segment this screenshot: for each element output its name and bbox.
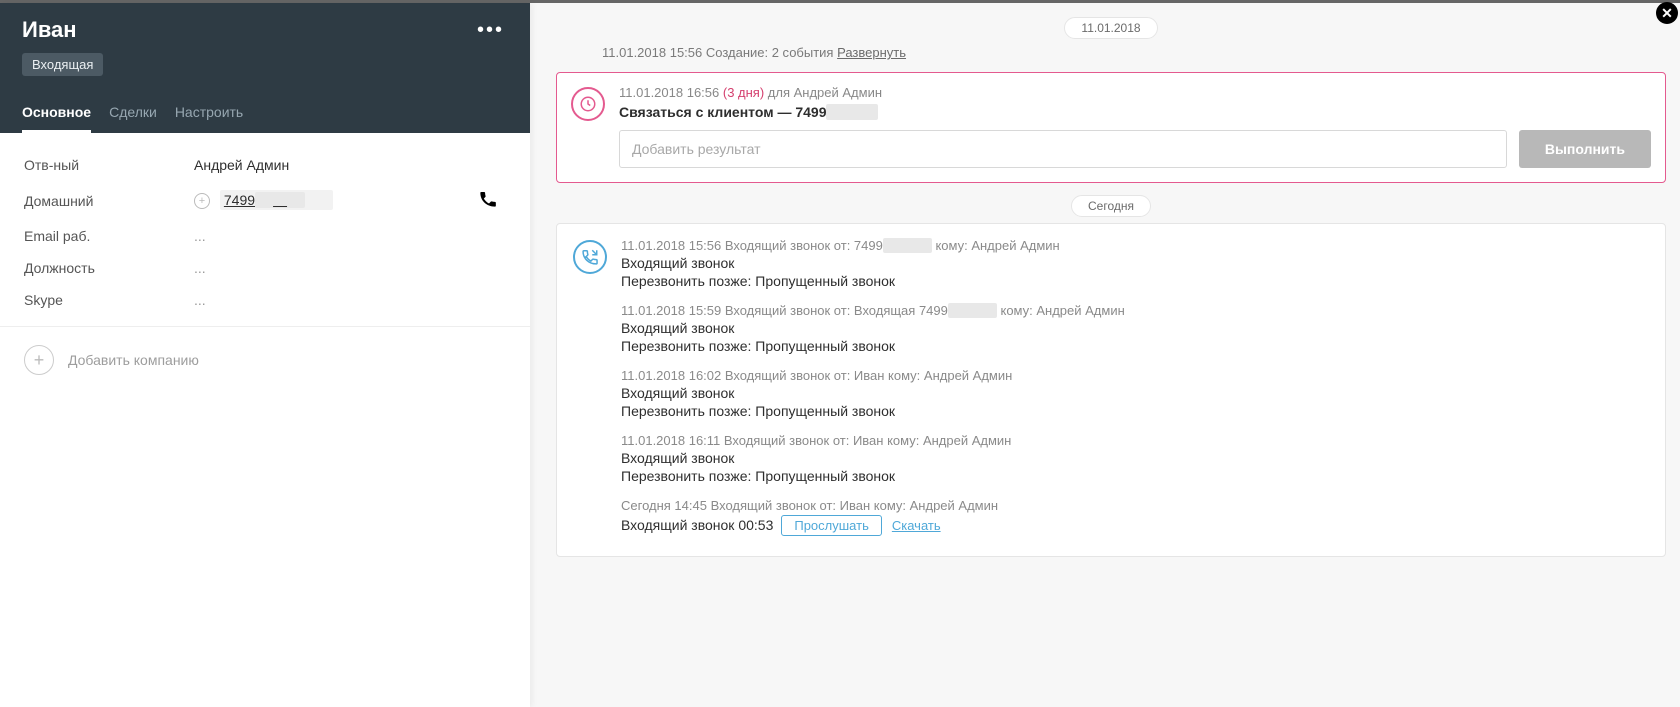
- field-value: + 7499xx: [194, 192, 333, 210]
- call-item: 11.01.2018 16:02 Входящий звонок от: Ива…: [621, 368, 1649, 419]
- field-position: Должность ...: [24, 252, 506, 284]
- contact-tabs: Основное Сделки Настроить: [22, 96, 508, 133]
- date-separator-label: 11.01.2018: [1064, 17, 1157, 39]
- contact-header: Иван ••• Входящая Основное Сделки Настро…: [0, 3, 530, 133]
- download-link[interactable]: Скачать: [892, 518, 941, 533]
- field-label: Skype: [24, 292, 194, 308]
- field-email-work: Email раб. ...: [24, 220, 506, 252]
- call-result: Перезвонить позже: Пропущенный звонок: [621, 468, 1649, 484]
- plus-icon: +: [24, 345, 54, 375]
- task-card: 11.01.2018 16:56 (3 дня) для Андрей Адми…: [556, 72, 1666, 183]
- timeline-panel: 11.01.2018 11.01.2018 15:56 Создание: 2 …: [530, 3, 1680, 707]
- call-item: 11.01.2018 16:11 Входящий звонок от: Ива…: [621, 433, 1649, 484]
- tab-deals[interactable]: Сделки: [109, 96, 157, 133]
- call-title: Входящий звонок 00:53ПрослушатьСкачать: [621, 515, 1649, 536]
- calls-card: 11.01.2018 15:56 Входящий звонок от: 749…: [556, 223, 1666, 557]
- listen-button[interactable]: Прослушать: [781, 515, 882, 536]
- add-company-label: Добавить компанию: [68, 352, 199, 368]
- field-home-phone: Домашний + 7499xx: [24, 181, 506, 220]
- field-label: Email раб.: [24, 228, 194, 244]
- incoming-call-icon: [573, 240, 607, 274]
- more-menu-icon[interactable]: •••: [473, 19, 508, 42]
- call-title: Входящий звонок: [621, 320, 1649, 336]
- date-separator: Сегодня: [556, 197, 1666, 213]
- field-value[interactable]: ...: [194, 292, 206, 308]
- call-result: Перезвонить позже: Пропущенный звонок: [621, 403, 1649, 419]
- call-title: Входящий звонок: [621, 385, 1649, 401]
- clock-icon: [571, 87, 605, 121]
- call-meta: 11.01.2018 16:11 Входящий звонок от: Ива…: [621, 433, 1649, 448]
- field-label: Домашний: [24, 193, 194, 209]
- call-result: Перезвонить позже: Пропущенный звонок: [621, 273, 1649, 289]
- call-meta: 11.01.2018 15:56 Входящий звонок от: 749…: [621, 238, 1649, 253]
- call-title: Входящий звонок: [621, 255, 1649, 271]
- field-label: Должность: [24, 260, 194, 276]
- contact-tag[interactable]: Входящая: [22, 53, 103, 76]
- task-done-button[interactable]: Выполнить: [1519, 130, 1651, 168]
- creation-summary: 11.01.2018 15:56 Создание: 2 события Раз…: [602, 45, 1666, 60]
- field-value[interactable]: ...: [194, 228, 206, 244]
- field-value[interactable]: Андрей Админ: [194, 157, 289, 173]
- task-result-input[interactable]: [619, 130, 1507, 168]
- contact-name: Иван: [22, 17, 77, 43]
- field-label: Отв-ный: [24, 157, 194, 173]
- close-button[interactable]: ✕: [1656, 2, 1678, 24]
- tab-main[interactable]: Основное: [22, 96, 91, 133]
- call-meta: 11.01.2018 16:02 Входящий звонок от: Ива…: [621, 368, 1649, 383]
- date-separator: 11.01.2018: [556, 19, 1666, 35]
- call-item: 11.01.2018 15:59 Входящий звонок от: Вхо…: [621, 303, 1649, 354]
- add-phone-icon[interactable]: +: [194, 193, 210, 209]
- field-value[interactable]: ...: [194, 260, 206, 276]
- call-item: 11.01.2018 15:56 Входящий звонок от: 749…: [621, 238, 1649, 289]
- add-company-button[interactable]: + Добавить компанию: [0, 326, 530, 393]
- contact-panel: Иван ••• Входящая Основное Сделки Настро…: [0, 3, 530, 707]
- call-item: Сегодня 14:45 Входящий звонок от: Иван к…: [621, 498, 1649, 536]
- call-result: Перезвонить позже: Пропущенный звонок: [621, 338, 1649, 354]
- contact-fields: Отв-ный Андрей Админ Домашний + 7499xx E…: [0, 133, 530, 326]
- call-meta: Сегодня 14:45 Входящий звонок от: Иван к…: [621, 498, 1649, 513]
- phone-number-link[interactable]: 7499xx: [220, 190, 333, 210]
- call-title: Входящий звонок: [621, 450, 1649, 466]
- date-separator-label: Сегодня: [1071, 195, 1151, 217]
- expand-link[interactable]: Развернуть: [837, 45, 906, 60]
- field-responsible: Отв-ный Андрей Админ: [24, 149, 506, 181]
- task-title: Связаться с клиентом — 7499xx: [619, 104, 1651, 120]
- field-skype: Skype ...: [24, 284, 506, 316]
- tab-settings[interactable]: Настроить: [175, 96, 243, 133]
- call-meta: 11.01.2018 15:59 Входящий звонок от: Вхо…: [621, 303, 1649, 318]
- call-icon[interactable]: [478, 189, 506, 212]
- task-meta: 11.01.2018 16:56 (3 дня) для Андрей Адми…: [619, 85, 1651, 100]
